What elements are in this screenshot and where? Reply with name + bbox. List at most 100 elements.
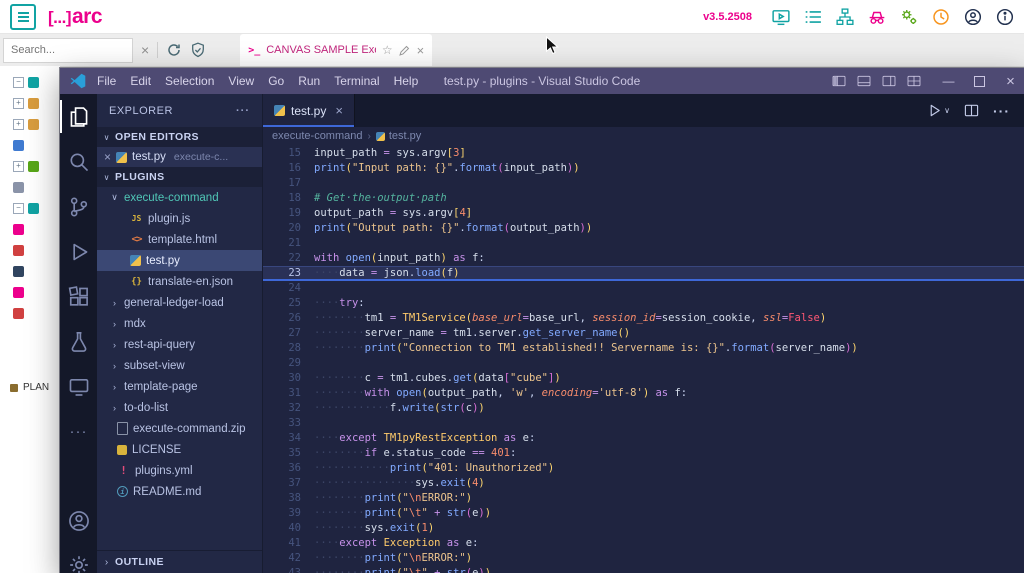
code-line-15[interactable]: 15input_path = sys.argv[3] <box>263 146 1024 161</box>
tab-close-icon[interactable]: × <box>335 103 343 118</box>
code-line-37[interactable]: 37················sys.exit(4) <box>263 476 1024 491</box>
breadcrumb-file[interactable]: test.py <box>376 130 421 142</box>
host-tree-item[interactable]: + <box>0 114 60 135</box>
file-translate-en.json[interactable]: {}translate-en.json <box>97 271 262 292</box>
code-line-26[interactable]: 26········tm1 = TM1Service(base_url=base… <box>263 311 1024 326</box>
host-tree-item[interactable]: − <box>0 72 60 93</box>
activity-explorer[interactable] <box>60 94 97 139</box>
search-input[interactable] <box>4 44 132 56</box>
expander-icon[interactable]: + <box>13 161 24 172</box>
file-README.md[interactable]: iREADME.md <box>97 481 262 502</box>
host-tree-item[interactable] <box>0 282 60 303</box>
code-line-29[interactable]: 29 <box>263 356 1024 371</box>
menu-selection[interactable]: Selection <box>158 74 221 88</box>
menu-terminal[interactable]: Terminal <box>327 74 386 88</box>
close-button[interactable]: × <box>1003 75 1018 88</box>
hamburger-menu-button[interactable] <box>10 4 36 30</box>
code-line-21[interactable]: 21 <box>263 236 1024 251</box>
close-icon[interactable]: × <box>104 151 111 163</box>
user-icon[interactable] <box>963 7 982 26</box>
host-tree-item[interactable] <box>0 303 60 324</box>
plugins-section[interactable]: ∨ PLUGINS <box>97 167 262 187</box>
host-tree-item[interactable] <box>0 240 60 261</box>
code-line-17[interactable]: 17 <box>263 176 1024 191</box>
expander-icon[interactable]: − <box>13 203 24 214</box>
host-tree-item[interactable] <box>0 261 60 282</box>
code-line-39[interactable]: 39········print("\t" + str(e)) <box>263 506 1024 521</box>
host-tree-item[interactable] <box>0 219 60 240</box>
code-line-41[interactable]: 41····except Exception as e: <box>263 536 1024 551</box>
folder-general-ledger-load[interactable]: ›general-ledger-load <box>97 292 262 313</box>
clear-search-icon[interactable]: × <box>141 42 149 58</box>
host-tree-item[interactable] <box>0 135 60 156</box>
code-line-31[interactable]: 31········with open(output_path, 'w', en… <box>263 386 1024 401</box>
customize-layout-icon[interactable] <box>906 75 921 88</box>
edit-pencil-icon[interactable] <box>399 45 410 56</box>
maximize-button[interactable] <box>972 75 987 88</box>
folder-execute-command[interactable]: ∨execute-command <box>97 187 262 208</box>
activity-run-debug[interactable] <box>60 229 97 274</box>
code-line-20[interactable]: 20print("Output path: {}".format(output_… <box>263 221 1024 236</box>
expander-icon[interactable]: − <box>13 77 24 88</box>
code-line-34[interactable]: 34····except TM1pyRestException as e: <box>263 431 1024 446</box>
code-line-24[interactable]: 24 <box>263 281 1024 296</box>
menu-go[interactable]: Go <box>261 74 291 88</box>
code-line-22[interactable]: 22with open(input_path) as f: <box>263 251 1024 266</box>
code-line-42[interactable]: 42········print("\nERROR:") <box>263 551 1024 566</box>
folder-subset-view[interactable]: ›subset-view <box>97 355 262 376</box>
clock-icon[interactable] <box>931 7 950 26</box>
breadcrumb-folder[interactable]: execute-command <box>272 130 363 142</box>
file-plugin.js[interactable]: JSplugin.js <box>97 208 262 229</box>
code-line-28[interactable]: 28········print("Connection to TM1 estab… <box>263 341 1024 356</box>
explorer-more-icon[interactable]: ··· <box>236 105 250 117</box>
folder-rest-api-query[interactable]: ›rest-api-query <box>97 334 262 355</box>
code-line-18[interactable]: 18# Get·the·output·path <box>263 191 1024 206</box>
list-icon[interactable] <box>803 7 822 26</box>
code-line-40[interactable]: 40········sys.exit(1) <box>263 521 1024 536</box>
vscode-titlebar[interactable]: FileEditSelectionViewGoRunTerminalHelp t… <box>60 68 1024 94</box>
more-actions-button[interactable]: ··· <box>993 103 1010 119</box>
split-editor-button[interactable] <box>964 103 979 118</box>
slideshow-icon[interactable] <box>771 7 790 26</box>
tab-close-icon[interactable]: × <box>417 43 425 58</box>
menu-edit[interactable]: Edit <box>123 74 158 88</box>
host-tree-item[interactable] <box>0 177 60 198</box>
file-template.html[interactable]: <>template.html <box>97 229 262 250</box>
code-line-23[interactable]: 23····data = json.load(f) <box>263 266 1024 281</box>
shield-check-icon[interactable] <box>190 42 206 58</box>
plan-item[interactable]: PLAN <box>10 382 49 393</box>
gears-icon[interactable] <box>899 7 918 26</box>
incognito-icon[interactable] <box>867 7 886 26</box>
file-test.py[interactable]: test.py <box>97 250 262 271</box>
code-line-43[interactable]: 43········print("\t" + str(e)) <box>263 566 1024 573</box>
file-LICENSE[interactable]: LICENSE <box>97 439 262 460</box>
accounts-icon[interactable] <box>60 505 97 537</box>
folder-template-page[interactable]: ›template-page <box>97 376 262 397</box>
run-button[interactable]: ∨ <box>927 103 950 118</box>
settings-gear-icon[interactable] <box>60 549 97 573</box>
toggle-secondary-sidebar-icon[interactable] <box>881 75 896 88</box>
info-icon[interactable] <box>995 7 1014 26</box>
host-tree-item[interactable]: + <box>0 156 60 177</box>
menu-run[interactable]: Run <box>291 74 327 88</box>
folder-mdx[interactable]: ›mdx <box>97 313 262 334</box>
activity-search[interactable] <box>60 139 97 184</box>
menu-help[interactable]: Help <box>387 74 426 88</box>
open-editors-section[interactable]: ∨ OPEN EDITORS <box>97 127 262 147</box>
host-tree-item[interactable]: − <box>0 198 60 219</box>
expander-icon[interactable]: + <box>13 98 24 109</box>
browser-tab-canvas-sample[interactable]: >_ CANVAS SAMPLE Exec ☆ × <box>240 34 432 66</box>
sitemap-icon[interactable] <box>835 7 854 26</box>
activity-testing[interactable] <box>60 319 97 364</box>
folder-to-do-list[interactable]: ›to-do-list <box>97 397 262 418</box>
code-line-32[interactable]: 32············f.write(str(c)) <box>263 401 1024 416</box>
activity-more[interactable]: ··· <box>60 409 97 454</box>
open-editor-test-py[interactable]: × test.py execute-c... <box>97 147 262 167</box>
code-line-19[interactable]: 19output_path = sys.argv[4] <box>263 206 1024 221</box>
code-line-33[interactable]: 33 <box>263 416 1024 431</box>
toggle-panel-icon[interactable] <box>856 75 871 88</box>
file-execute-command.zip[interactable]: execute-command.zip <box>97 418 262 439</box>
code-lines[interactable]: 15input_path = sys.argv[3]16print("Input… <box>263 145 1024 573</box>
minimize-button[interactable]: — <box>941 75 956 88</box>
code-line-25[interactable]: 25····try: <box>263 296 1024 311</box>
